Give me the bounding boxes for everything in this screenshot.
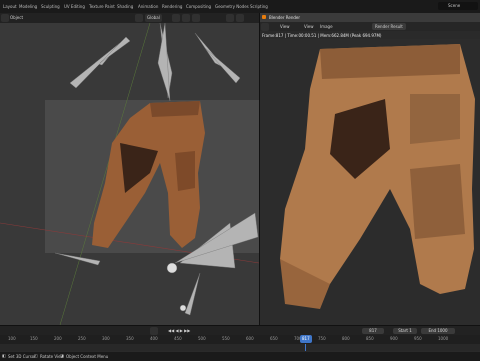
overlay-icon[interactable] [226,14,234,22]
playhead-frame-label[interactable]: 817 [300,335,312,343]
tick-label: 100 [8,336,16,341]
jump-start-icon[interactable] [150,327,158,335]
tick-label: 150 [30,336,38,341]
render-window-titlebar: Blender Render [260,13,480,22]
tick-label: 350 [126,336,134,341]
workspace-tab-compositing[interactable]: Compositing [184,2,213,11]
workspace-tab-scripting[interactable]: Scripting [248,2,270,11]
top-menu-bar: Layout Modeling Sculpting UV Editing Tex… [0,0,480,14]
armature-upper [69,23,241,102]
tick-label: 200 [54,336,62,341]
3d-viewport[interactable] [0,23,259,325]
transform-orientation-icon[interactable] [135,14,143,22]
timeline-track[interactable] [0,344,480,351]
play-reverse-icon[interactable]: ◀ [175,328,178,333]
render-slot-dropdown[interactable]: Render Result [372,23,406,30]
tick-label: 1000 [438,336,449,341]
skip-forward-icon[interactable]: ▶▶ [184,328,190,333]
image-editor-header: View View Image Render Result [260,22,480,31]
render-stats: Frame:817 | Time:00:00.51 | Mem:662.84M … [262,33,382,38]
pivot-point-icon[interactable] [172,14,180,22]
tick-label: 850 [366,336,374,341]
tick-label: 500 [198,336,206,341]
playhead-line [305,344,306,351]
scene-label: Scene [448,3,461,8]
tick-label: 450 [174,336,182,341]
tick-label: 300 [102,336,110,341]
playback-controls[interactable]: ◀◀ ◀ ▶ ▶▶ [168,327,190,335]
image-menu[interactable]: Image [320,22,333,30]
armature-lower [54,212,259,316]
current-frame-field[interactable]: 817 [362,328,384,334]
end-frame-field[interactable]: End 1000 [421,328,455,334]
end-value: 1000 [437,328,448,333]
workspace-tab-animation[interactable]: Animation [136,2,160,11]
shading-icon[interactable] [236,14,244,22]
blender-logo-icon [262,15,266,19]
workspace-tab-shading[interactable]: Shading [115,2,135,11]
workspace-tab-modeling[interactable]: Modeling [17,2,39,11]
tick-label: 950 [414,336,422,341]
start-value: 1 [409,328,412,333]
tick-label: 750 [318,336,326,341]
mouse-middle-icon: ◫ [34,353,38,358]
workspace-tab-sculpting[interactable]: Sculpting [39,2,62,11]
workspace-tab-geometry-nodes[interactable]: Geometry Nodes [213,2,251,11]
tick-label: 550 [222,336,230,341]
tick-label: 650 [270,336,278,341]
snap-icon[interactable] [182,14,190,22]
proportional-edit-icon[interactable] [192,14,200,22]
start-frame-field[interactable]: Start 1 [393,328,417,334]
editor-type-icon[interactable] [1,14,9,22]
status-hint-left: Set 3D Cursor [8,354,36,359]
status-hint-context: Object Context Menu [66,354,109,359]
mouse-right-icon: ◨ [60,353,64,358]
skip-back-icon[interactable]: ◀◀ [168,328,174,333]
tick-label: 800 [342,336,350,341]
object-mode-dropdown[interactable]: Object [10,14,23,22]
tick-label: 400 [150,336,158,341]
workspace-tab-texture-paint[interactable]: Texture Paint [87,2,117,11]
viewport-scene [0,23,259,325]
render-window-title: Blender Render [269,15,301,20]
image-editor-type-icon[interactable] [261,22,269,31]
workspace-tab-uv-editing[interactable]: UV Editing [62,2,87,11]
rendered-pants [280,44,475,309]
timeline-ruler[interactable]: 100 150 200 250 300 350 400 450 500 550 … [0,335,480,344]
play-icon[interactable]: ▶ [180,328,183,333]
tick-label: 600 [246,336,254,341]
workspace-tab-layout[interactable]: Layout [1,2,19,11]
view-menu-secondary[interactable]: View [304,22,314,30]
pants-model [92,101,205,248]
workspace-tab-rendering[interactable]: Rendering [160,2,184,11]
tick-label: 900 [390,336,398,341]
viewport-header: Object Global [0,13,259,23]
mouse-left-icon: ◧ [2,353,6,358]
transform-orientation-dropdown[interactable]: Global [145,14,162,22]
render-window: Blender Render View View Image Render Re… [259,13,480,325]
tick-label: 250 [78,336,86,341]
scene-selector[interactable]: Scene [438,2,478,10]
view-menu[interactable]: View [280,22,290,30]
end-label: End [428,328,437,333]
render-result-canvas[interactable] [260,39,480,325]
start-label: Start [398,328,408,333]
